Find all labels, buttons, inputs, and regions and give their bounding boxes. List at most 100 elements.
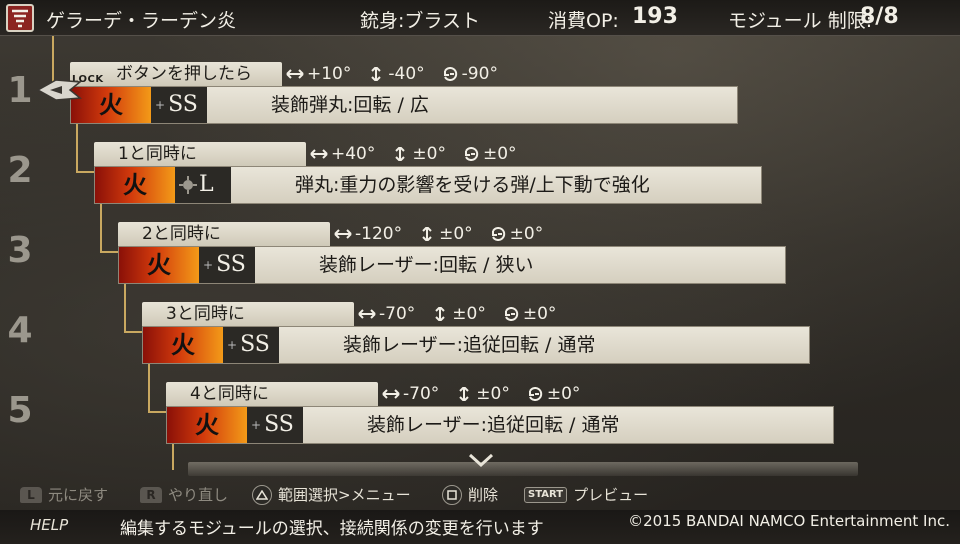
size-box: + SS xyxy=(151,87,207,123)
undo-hint[interactable]: L 元に戻す xyxy=(20,484,108,505)
vertical-arrow-icon xyxy=(422,227,432,241)
vertical-arrow-icon xyxy=(395,147,406,161)
trigger-tab: 4と同時に xyxy=(166,382,378,406)
preview-hint[interactable]: START プレビュー xyxy=(524,484,648,505)
module-description: 装飾レーザー:追従回転 / 通常 xyxy=(367,414,620,436)
horizontal-arrow-icon xyxy=(358,309,376,319)
triangle-button-icon xyxy=(252,484,272,505)
trigger-tab: LOCK ボタンを押したら xyxy=(70,62,282,86)
row-number: 5 xyxy=(7,390,33,431)
square-button-icon xyxy=(442,484,462,505)
vertical-angle: ±0° xyxy=(431,302,486,326)
vertical-arrow-icon xyxy=(371,67,382,81)
trigger-tab: 1と同時に xyxy=(94,142,306,166)
tree-line xyxy=(124,282,126,332)
trigger-label: 3と同時に xyxy=(166,304,245,324)
rotation-arrow-icon xyxy=(528,387,543,401)
rotation-angle: ±0° xyxy=(502,302,556,326)
plus-icon: + xyxy=(203,258,214,272)
barrel-label: 銃身:ブラスト xyxy=(360,10,481,32)
module-row[interactable]: 2と同時に -120° ±0° ±0° 火 + SS 装飾レーザー:回転 / 狭い xyxy=(118,222,786,284)
row-number: 2 xyxy=(7,150,33,191)
horizontal-angle: -120° xyxy=(334,222,402,246)
size-box: + SS xyxy=(247,407,303,443)
top-bar: ゲラーデ・ラーデン炎 銃身:ブラスト 消費OP: 193 モジュール 制限: 8… xyxy=(0,0,960,36)
range-select-menu-hint[interactable]: 範囲選択>メニュー xyxy=(252,484,411,505)
rotation-angle: ±0° xyxy=(489,222,543,246)
module-description: 装飾弾丸:回転 / 広 xyxy=(271,94,429,116)
copyright-notice: ©2015 BANDAI NAMCO Entertainment Inc. xyxy=(628,512,950,530)
bullet-name[interactable]: ゲラーデ・ラーデン炎 xyxy=(46,6,236,33)
trigger-label: 1と同時に xyxy=(118,144,197,164)
tree-line xyxy=(148,411,168,413)
tree-line xyxy=(100,202,102,252)
rotation-arrow-icon xyxy=(464,147,479,161)
rotation-arrow-icon xyxy=(443,67,457,81)
module-row[interactable]: 1と同時に +40° ±0° ±0° 火 L 弾丸:重力の影響を受ける弾/上下動… xyxy=(94,142,762,204)
vertical-angle: -40° xyxy=(367,62,425,86)
r-button-icon: R xyxy=(140,486,162,503)
horizontal-arrow-icon xyxy=(334,229,352,239)
tree-line xyxy=(76,122,78,172)
trigger-label: 2と同時に xyxy=(142,224,221,244)
module-limit-value: 8/8 xyxy=(860,4,899,29)
op-label: 消費OP: xyxy=(548,10,619,32)
rotation-angle: ±0° xyxy=(526,382,580,406)
element-fire: 火 xyxy=(167,407,247,443)
row-number: 4 xyxy=(7,310,33,351)
size-box: + SS xyxy=(199,247,255,283)
redo-hint[interactable]: R やり直し xyxy=(140,484,228,505)
module-bar[interactable]: 火 L 弾丸:重力の影響を受ける弾/上下動で強化 xyxy=(94,166,762,204)
horizontal-angle: -70° xyxy=(382,382,439,406)
scroll-down-chevron-icon[interactable] xyxy=(468,452,494,468)
selection-cursor-icon xyxy=(36,79,82,101)
module-bar[interactable]: 火 + SS 装飾弾丸:回転 / 広 xyxy=(70,86,738,124)
horizontal-angle: -70° xyxy=(358,302,415,326)
angle-values: +10° -40° -90° xyxy=(286,62,498,86)
plus-icon: + xyxy=(155,98,166,112)
tree-line xyxy=(172,442,174,470)
module-row[interactable]: 4と同時に -70° ±0° ±0° 火 + SS 装飾レーザー:追従回転 / 通… xyxy=(166,382,834,444)
module-description: 装飾レーザー:回転 / 狭い xyxy=(319,254,534,276)
start-button-icon: START xyxy=(524,486,568,503)
row-number: 3 xyxy=(7,230,33,271)
vertical-angle: ±0° xyxy=(455,382,510,406)
vertical-angle: ±0° xyxy=(418,222,473,246)
help-text: 編集するモジュールの選択、接続関係の変更を行います xyxy=(120,519,544,539)
horizontal-angle: +10° xyxy=(286,62,351,86)
module-limit-label: モジュール 制限: xyxy=(728,10,873,32)
size-box: L xyxy=(175,167,231,203)
module-bar[interactable]: 火 + SS 装飾レーザー:追従回転 / 通常 xyxy=(166,406,834,444)
help-label: HELP xyxy=(30,516,69,534)
help-bar: HELP 編集するモジュールの選択、接続関係の変更を行います ©2015 BAN… xyxy=(0,510,960,544)
control-hints: L 元に戻す R やり直し 範囲選択>メニュー 削除 START プレビュー xyxy=(0,484,960,510)
trigger-tab: 3と同時に xyxy=(142,302,354,326)
module-row[interactable]: LOCK ボタンを押したら +10° -40° -90° 火 + SS 装飾弾丸:… xyxy=(70,62,738,124)
angle-values: -70° ±0° ±0° xyxy=(382,382,580,406)
trigger-label: ボタンを押したら xyxy=(116,64,252,84)
horizontal-arrow-icon xyxy=(286,69,304,79)
size-box: + SS xyxy=(223,327,279,363)
module-description: 弾丸:重力の影響を受ける弾/上下動で強化 xyxy=(295,174,650,196)
vertical-arrow-icon xyxy=(435,307,445,321)
tree-line xyxy=(148,362,150,412)
module-row[interactable]: 3と同時に -70° ±0° ±0° 火 + SS 装飾レーザー:追従回転 / 通… xyxy=(142,302,810,364)
vertical-arrow-icon xyxy=(459,387,469,401)
next-module-row[interactable] xyxy=(188,462,858,476)
delete-hint[interactable]: 削除 xyxy=(442,484,498,505)
module-description: 装飾レーザー:追従回転 / 通常 xyxy=(343,334,596,356)
horizontal-arrow-icon xyxy=(310,149,328,159)
rotation-arrow-icon xyxy=(491,227,505,241)
horizontal-arrow-icon xyxy=(382,389,400,399)
element-fire: 火 xyxy=(119,247,199,283)
plus-icon: + xyxy=(227,338,238,352)
module-bar[interactable]: 火 + SS 装飾レーザー:回転 / 狭い xyxy=(118,246,786,284)
rotation-arrow-icon xyxy=(504,307,519,321)
angle-values: -70° ±0° ±0° xyxy=(358,302,556,326)
element-fire: 火 xyxy=(95,167,175,203)
row-number: 1 xyxy=(7,70,33,111)
l-button-icon: L xyxy=(20,486,42,503)
module-bar[interactable]: 火 + SS 装飾レーザー:追従回転 / 通常 xyxy=(142,326,810,364)
rotation-angle: ±0° xyxy=(462,142,517,166)
menu-icon[interactable] xyxy=(6,4,34,32)
